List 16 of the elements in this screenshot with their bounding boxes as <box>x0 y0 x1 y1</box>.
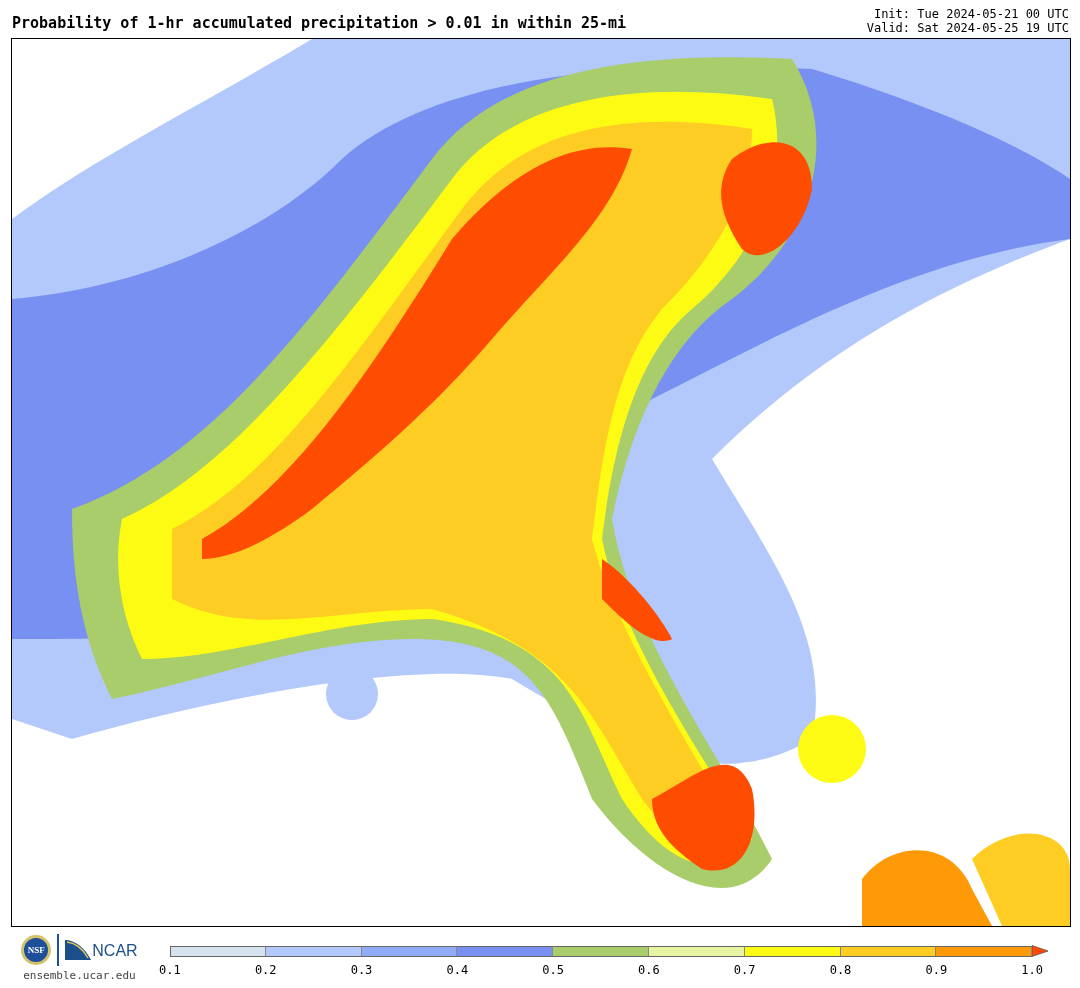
tick-label: 0.3 <box>350 963 373 977</box>
tick-label: 1.0 <box>1021 963 1043 977</box>
valid-time: Valid: Sat 2024-05-25 19 UTC <box>866 21 1069 35</box>
nsf-logo: NSF <box>21 935 52 965</box>
ncar-logo: NCAR <box>65 940 138 960</box>
tick-label: 0.5 <box>542 963 564 977</box>
tick-label: 0.9 <box>925 963 948 977</box>
tick-label: 0.8 <box>829 963 852 977</box>
tick-label: 0.6 <box>638 963 660 977</box>
tick-label: 0.2 <box>254 963 277 977</box>
site-url: ensemble.ucar.edu <box>23 969 136 982</box>
tick-label: 0.1 <box>159 963 181 977</box>
chart-title: Probability of 1-hr accumulated precipitation > 0.01 in within 25-mi <box>12 14 627 32</box>
tick-label: 0.7 <box>733 963 756 977</box>
tick-label: 0.4 <box>446 963 469 977</box>
init-time: Init: Tue 2024-05-21 00 UTC <box>873 7 1069 21</box>
